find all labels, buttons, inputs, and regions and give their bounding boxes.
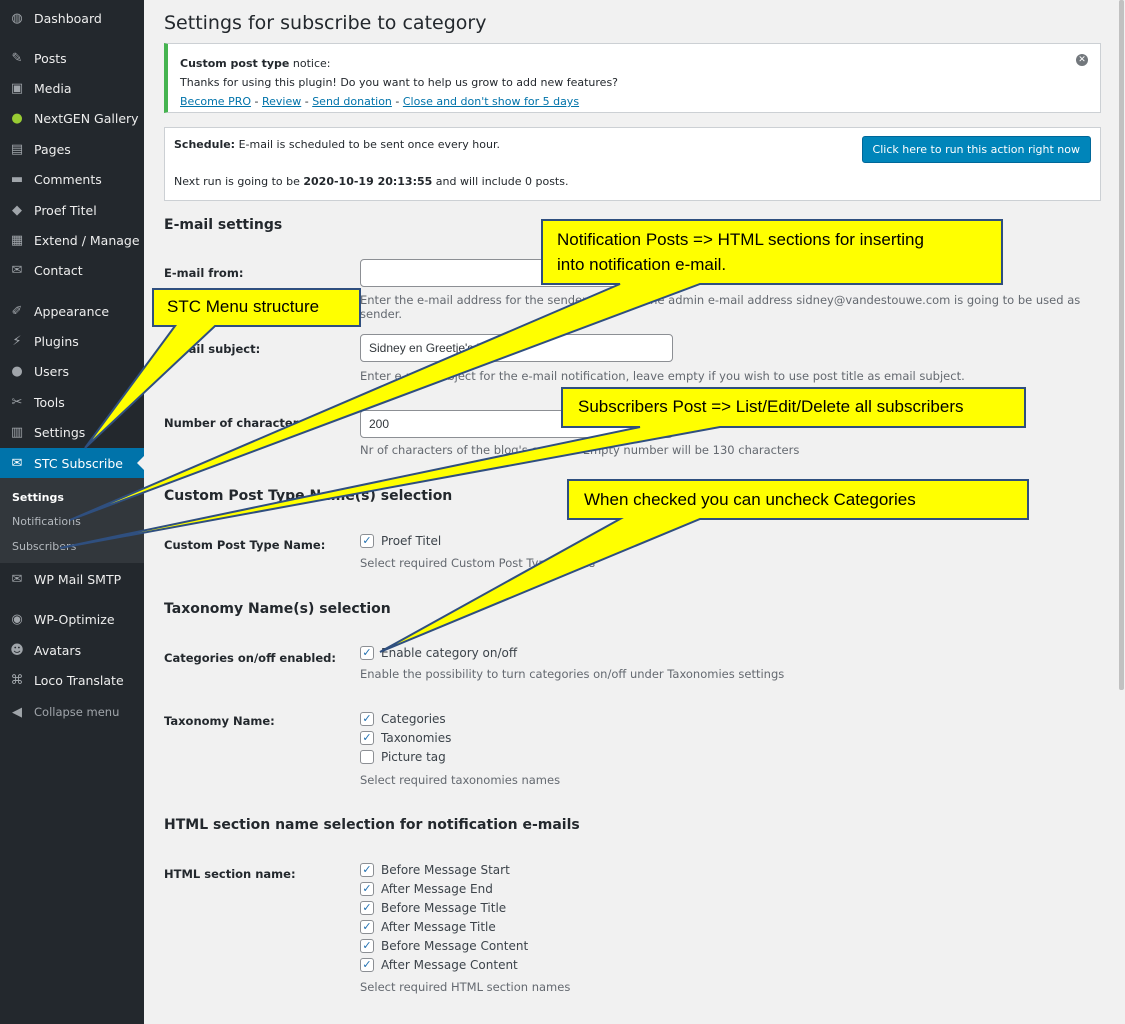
callout-subscribers-text: Subscribers Post => List/Edit/Delete all… — [578, 397, 964, 416]
callout-overlay — [59, 219, 1029, 653]
callout-menu-text: STC Menu structure — [167, 297, 320, 316]
callout-notification-text-2: into notification e-mail. — [557, 255, 727, 274]
callout-notification-text-1: Notification Posts => HTML sections for … — [557, 230, 924, 249]
callout-check-text: When checked you can uncheck Categories — [584, 490, 916, 509]
callout-notification-shape — [69, 219, 1003, 521]
